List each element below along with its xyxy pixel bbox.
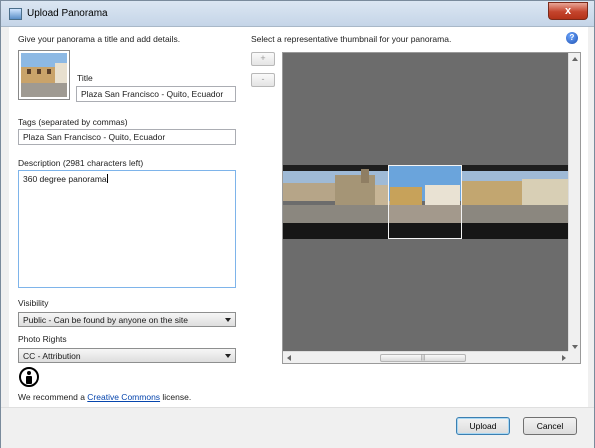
title-label: Title	[77, 73, 93, 83]
description-textarea[interactable]: 360 degree panorama	[18, 170, 236, 288]
horizontal-scrollbar[interactable]: |||	[283, 351, 570, 363]
visibility-label: Visibility	[18, 298, 49, 308]
vertical-scrollbar[interactable]	[568, 53, 580, 353]
visibility-select[interactable]: Public - Can be found by anyone on the s…	[18, 312, 236, 327]
license-prefix: We recommend a	[18, 392, 88, 402]
upload-panorama-dialog: Upload Panorama x Give your panorama a t…	[0, 0, 595, 448]
license-suffix: license.	[160, 392, 192, 402]
zoom-out-button[interactable]: -	[251, 73, 275, 87]
license-recommendation: We recommend a Creative Commons license.	[18, 392, 191, 402]
window-title: Upload Panorama	[27, 8, 108, 19]
description-text: 360 degree panorama	[23, 174, 107, 184]
help-icon[interactable]: ?	[566, 32, 578, 44]
creative-commons-attribution-icon	[19, 367, 39, 387]
intro-text: Give your panorama a title and add detai…	[18, 34, 181, 44]
text-caret	[106, 174, 108, 183]
creative-commons-link[interactable]: Creative Commons	[87, 392, 160, 402]
panorama-preview-image	[18, 50, 70, 100]
title-input[interactable]: Plaza San Francisco - Quito, Ecuador	[76, 86, 236, 102]
dialog-footer: Upload Cancel	[1, 407, 594, 448]
scroll-up-icon[interactable]	[572, 57, 578, 61]
scroll-right-icon[interactable]	[562, 355, 566, 361]
scroll-down-icon[interactable]	[572, 345, 578, 349]
visibility-value: Public - Can be found by anyone on the s…	[23, 315, 188, 325]
scroll-left-icon[interactable]	[287, 355, 291, 361]
scrollbar-corner	[568, 351, 580, 363]
title-bar: Upload Panorama x	[1, 1, 594, 27]
tags-input[interactable]: Plaza San Francisco - Quito, Ecuador	[18, 129, 236, 145]
chevron-down-icon	[225, 318, 231, 322]
selected-thumbnail-frame[interactable]	[388, 165, 462, 239]
thumbnail-instruction: Select a representative thumbnail for yo…	[251, 34, 452, 44]
dialog-content: Give your panorama a title and add detai…	[9, 27, 588, 407]
close-button[interactable]: x	[548, 2, 588, 20]
zoom-in-button[interactable]: +	[251, 52, 275, 66]
app-icon	[9, 8, 22, 20]
photo-rights-label: Photo Rights	[18, 334, 67, 344]
cancel-button[interactable]: Cancel	[523, 417, 577, 435]
chevron-down-icon	[225, 354, 231, 358]
photo-rights-select[interactable]: CC - Attribution	[18, 348, 236, 363]
thumbnail-selector-viewer[interactable]: |||	[282, 52, 581, 364]
tags-label: Tags (separated by commas)	[18, 117, 128, 127]
photo-rights-value: CC - Attribution	[23, 351, 81, 361]
description-label: Description (2981 characters left)	[18, 158, 144, 168]
horizontal-scroll-thumb[interactable]: |||	[380, 354, 466, 362]
upload-button[interactable]: Upload	[456, 417, 510, 435]
